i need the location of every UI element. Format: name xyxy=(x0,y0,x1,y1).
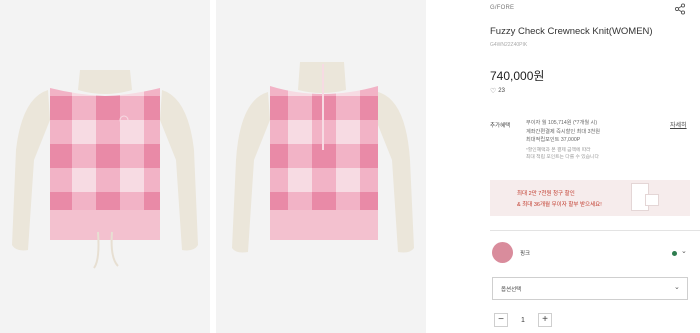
banner-line1: 최대 2만 7천원 청구 할인 xyxy=(517,191,575,197)
banner-line2: & 최대 36개월 무이자 할부 받으세요! xyxy=(517,202,602,208)
benefit-note: *할인혜택과 본 결제 금액에 따라 최대 적립 포인트는 다를 수 있습니다 xyxy=(526,147,661,161)
card-image-small xyxy=(645,194,659,206)
benefit-details: 무이자 월 105,714원 (*7개월 시) 계좌간편결제 즉시할인 최대 3… xyxy=(526,119,661,161)
benefit-line-discount: 계좌간편결제 즉시할인 최대 3천원 xyxy=(526,128,601,135)
product-image-front[interactable] xyxy=(0,0,210,333)
color-name: 핑크 xyxy=(520,251,531,257)
product-price: 740,000원 xyxy=(490,69,545,83)
product-title: Fuzzy Check Crewneck Knit(WOMEN) xyxy=(490,26,653,37)
chevron-down-icon: ⌄ xyxy=(674,284,680,291)
sweater-front-illustration xyxy=(12,70,198,269)
card-promo-banner[interactable]: 최대 2만 7천원 청구 할인 & 최대 36개월 무이자 할부 받으세요! xyxy=(490,180,690,216)
benefit-line-installment: 무이자 월 105,714원 (*7개월 시) xyxy=(526,120,598,126)
like-count[interactable]: ♡ 23 xyxy=(490,87,505,95)
benefit-note-line2: 최대 적립 포인트는 다를 수 있습니다 xyxy=(526,154,599,160)
color-swatch-pink[interactable] xyxy=(492,242,513,263)
product-code: G4WN22Z40PIK xyxy=(490,42,528,48)
option-select-label: 옵션선택 xyxy=(501,287,522,293)
product-image-back[interactable] xyxy=(216,0,426,333)
product-info-panel: G/FORE Fuzzy Check Crewneck Knit(WOMEN) … xyxy=(490,0,700,333)
heart-icon[interactable]: ♡ xyxy=(490,87,496,95)
quantity-plus-button[interactable]: + xyxy=(538,313,552,327)
brand-name[interactable]: G/FORE xyxy=(490,5,514,11)
option-select-dropdown[interactable]: 옵션선택 ⌄ xyxy=(492,277,688,300)
benefit-label: 추가혜택 xyxy=(490,123,511,129)
like-count-value: 23 xyxy=(498,88,505,94)
quantity-value[interactable]: 1 xyxy=(508,317,538,324)
benefit-detail-link[interactable]: 자세히 xyxy=(670,120,687,129)
sweater-back-illustration xyxy=(232,62,414,253)
chevron-down-icon[interactable]: ⌄ xyxy=(681,247,687,255)
benefit-note-line1: *할인혜택과 본 결제 금액에 따라 xyxy=(526,147,591,153)
section-divider xyxy=(490,230,700,231)
benefit-line-points: 최대적립포인트 37,000P xyxy=(526,137,581,143)
color-selector[interactable]: 핑크 ⌄ xyxy=(490,240,690,266)
quantity-stepper[interactable]: − 1 + xyxy=(494,311,552,329)
stock-status-dot xyxy=(672,251,677,256)
share-icon[interactable] xyxy=(674,2,686,15)
quantity-minus-button[interactable]: − xyxy=(494,313,508,327)
